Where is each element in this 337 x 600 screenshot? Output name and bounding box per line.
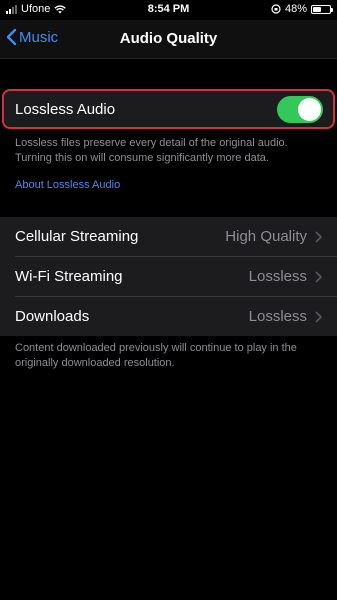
status-bar: Ufone 8:54 PM 48% (0, 0, 337, 20)
row-value: Lossless (248, 268, 307, 285)
page-title: Audio Quality (119, 30, 218, 47)
downloads-footnote: Content downloaded previously will conti… (15, 342, 297, 369)
row-label: Cellular Streaming (15, 228, 139, 245)
chevron-right-icon (315, 230, 322, 243)
row-label: Wi-Fi Streaming (15, 268, 123, 285)
status-right: 48% (271, 3, 333, 15)
row-value: Lossless (248, 308, 307, 325)
cellular-streaming-row[interactable]: Cellular Streaming High Quality (0, 217, 337, 256)
lossless-audio-label: Lossless Audio (15, 100, 116, 118)
quality-settings-group: Cellular Streaming High Quality Wi-Fi St… (0, 217, 337, 336)
wifi-streaming-row[interactable]: Wi-Fi Streaming Lossless (0, 257, 337, 296)
battery-icon (311, 4, 333, 14)
lossless-audio-toggle[interactable] (277, 96, 323, 123)
about-lossless-link[interactable]: About Lossless Audio (15, 179, 120, 191)
toggle-knob (298, 98, 321, 121)
downloads-row[interactable]: Downloads Lossless (0, 297, 337, 336)
navigation-bar: Music Audio Quality (0, 20, 337, 59)
lossless-description: Lossless files preserve every detail of … (15, 137, 288, 164)
chevron-right-icon (315, 310, 322, 323)
chevron-right-icon (315, 270, 322, 283)
orientation-lock-icon (271, 4, 281, 14)
row-label: Downloads (15, 308, 90, 325)
lossless-audio-row: Lossless Audio (2, 89, 335, 129)
row-value: High Quality (225, 228, 307, 245)
battery-percent: 48% (284, 3, 307, 15)
